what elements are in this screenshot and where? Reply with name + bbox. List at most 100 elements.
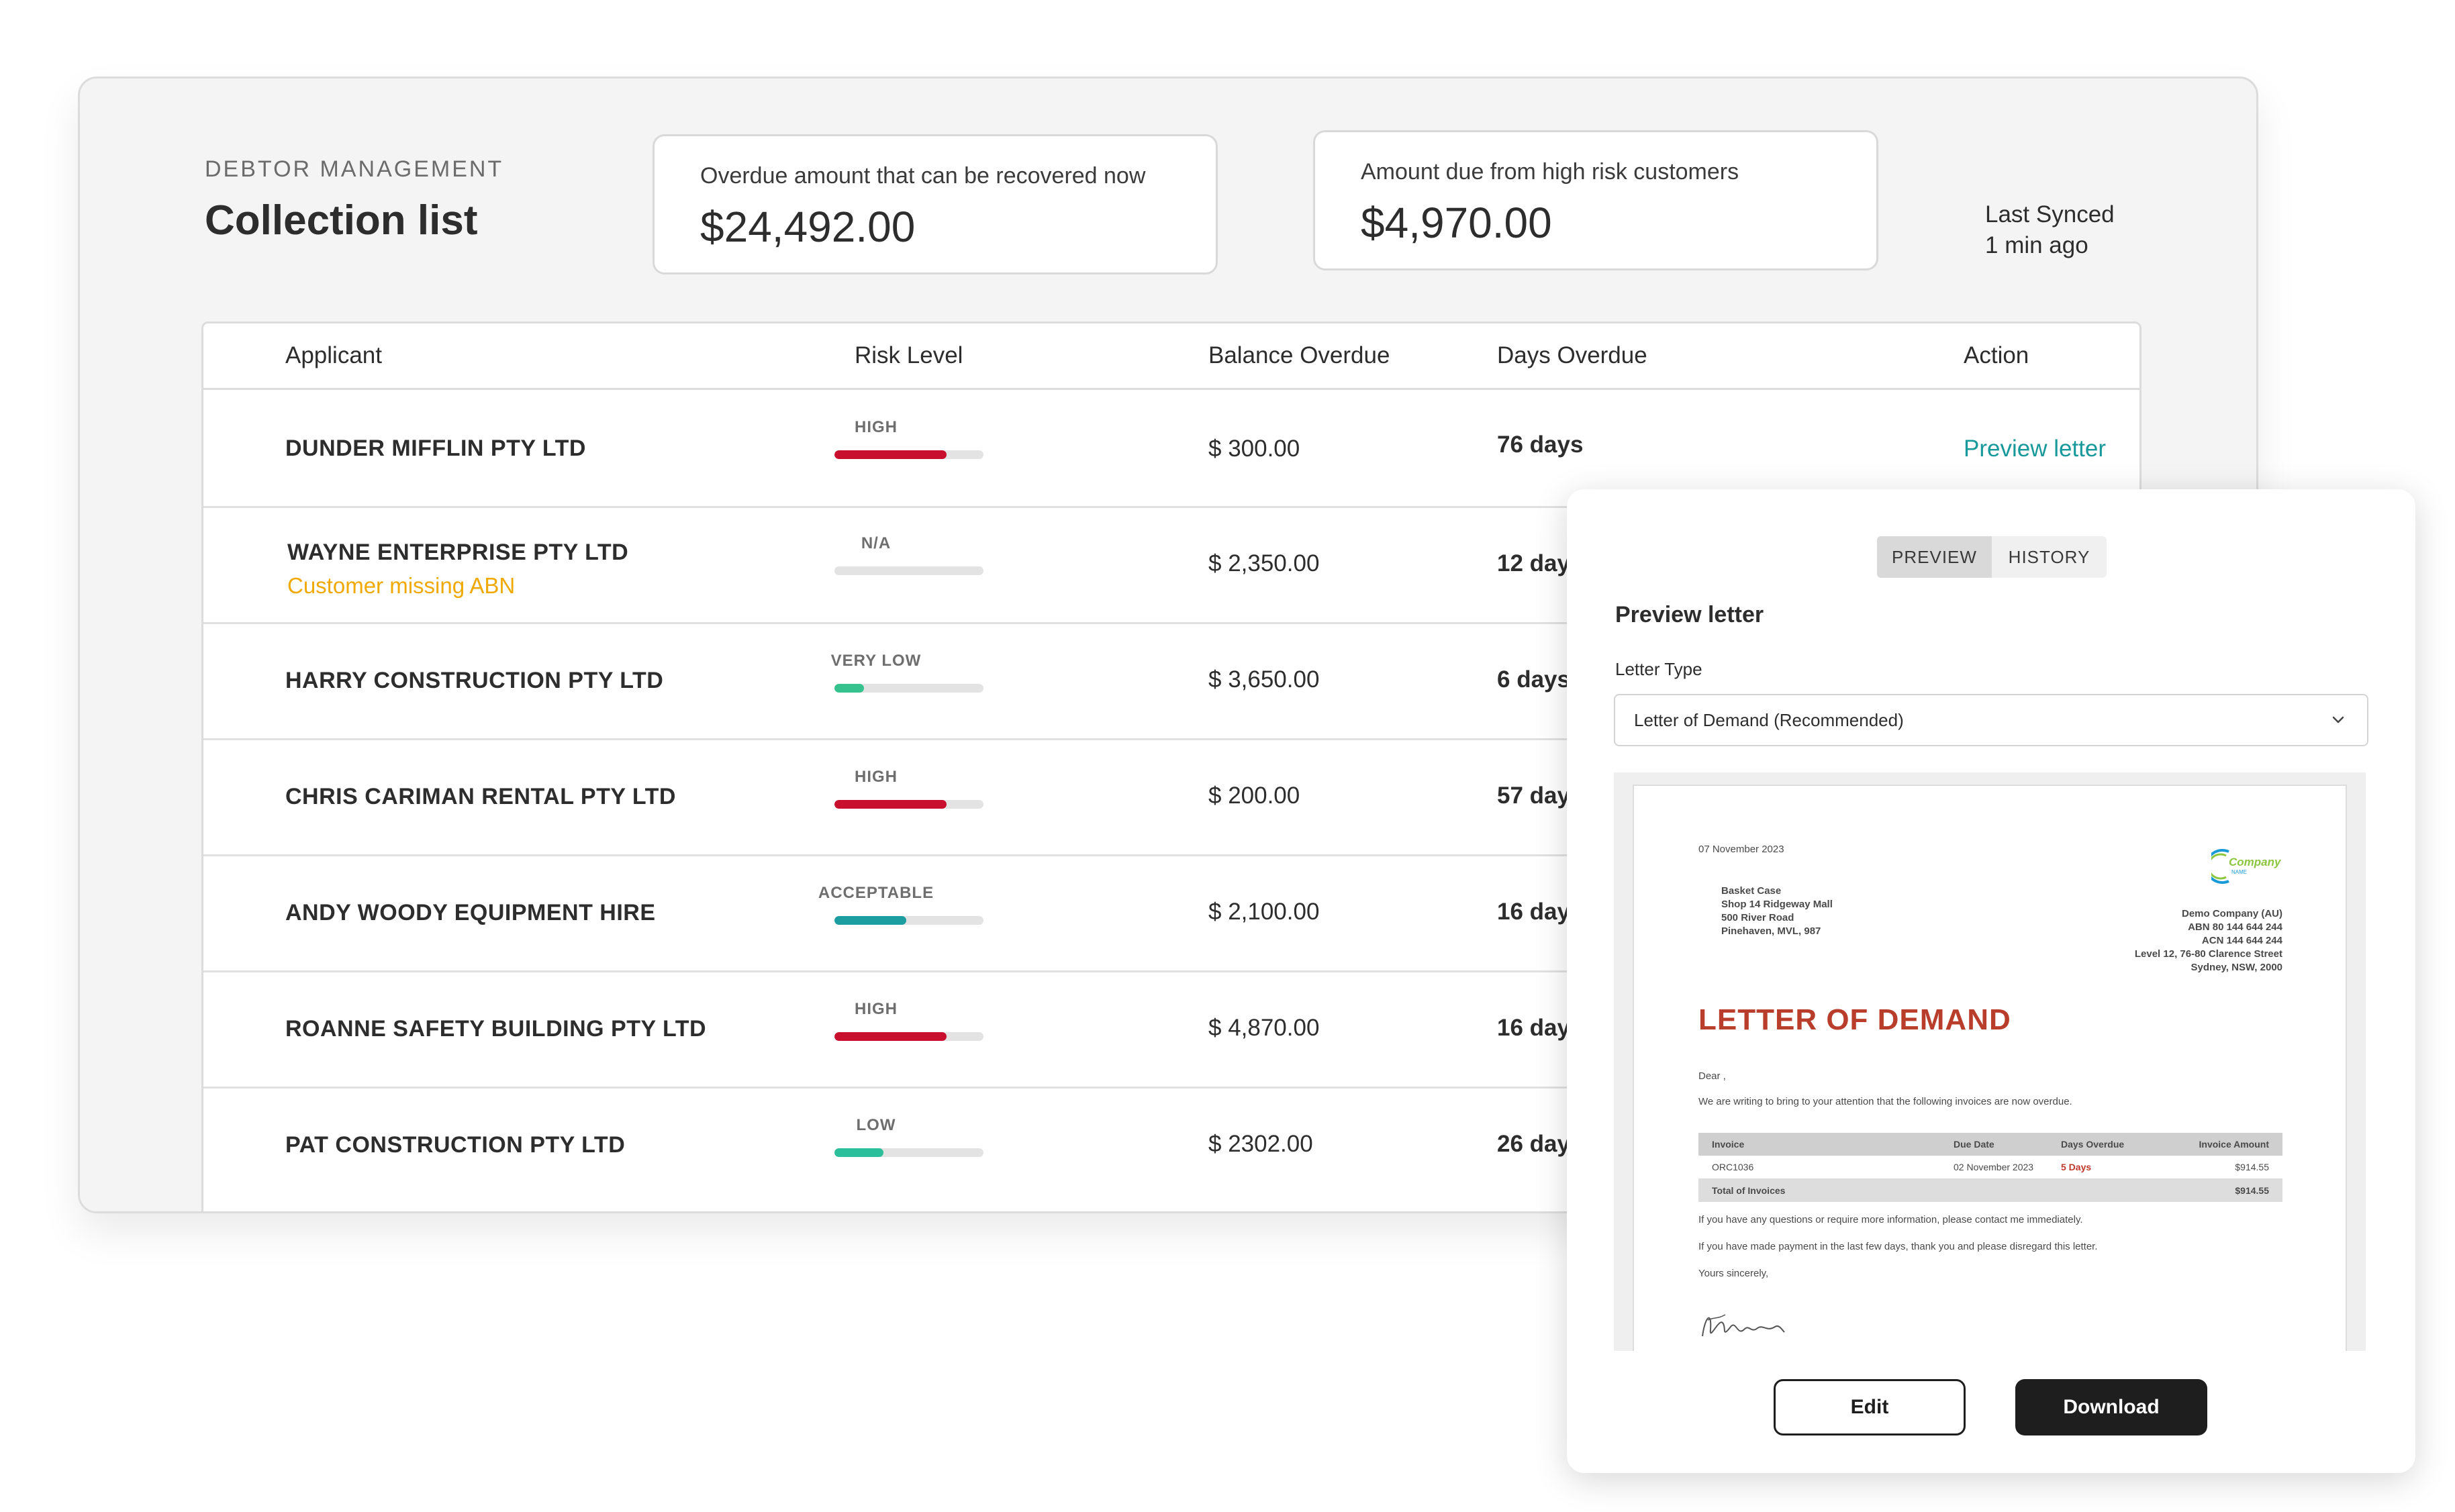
invoice-header-cell: Invoice: [1712, 1139, 1745, 1150]
applicant-name: WAYNE ENTERPRISE PTY LTD: [287, 540, 629, 565]
missing-abn-warning: Customer missing ABN: [287, 573, 516, 598]
risk-level-bar: [834, 800, 983, 809]
letter-date: 07 November 2023: [1698, 844, 1784, 855]
last-synced-time: 1 min ago: [1985, 232, 2088, 258]
letter-document: 07 November 2023 Company NAME Basket Cas…: [1633, 785, 2347, 1351]
applicant-name: ANDY WOODY EQUIPMENT HIRE: [285, 900, 656, 925]
risk-level-bar: [834, 450, 983, 459]
letter-paragraph: If you have any questions or require mor…: [1698, 1214, 2083, 1225]
balance-overdue: $ 2,100.00: [1208, 899, 1320, 925]
stat-label: Amount due from high risk customers: [1361, 159, 1739, 185]
last-synced: Last Synced 1 min ago: [1985, 199, 2115, 261]
risk-level-fill: [834, 450, 947, 459]
signature: [1702, 1314, 1785, 1337]
invoice-row: ORC1036 02 November 2023 5 Days $914.55: [1698, 1156, 2282, 1179]
applicant-name: ROANNE SAFETY BUILDING PTY LTD: [285, 1016, 707, 1042]
applicant-name: PAT CONSTRUCTION PTY LTD: [285, 1132, 626, 1158]
last-synced-label: Last Synced: [1985, 201, 2115, 228]
preview-letter-panel: PREVIEW HISTORY Preview letter Letter Ty…: [1567, 489, 2415, 1473]
letter-closing: Yours sincerely,: [1698, 1268, 1769, 1279]
recoverable-amount-card: Overdue amount that can be recovered now…: [653, 134, 1218, 274]
column-header-applicant[interactable]: Applicant: [285, 342, 382, 369]
letter-intro: We are writing to bring to your attentio…: [1698, 1096, 2072, 1107]
risk-level-bar: [834, 1032, 983, 1041]
edit-button[interactable]: Edit: [1774, 1379, 1966, 1435]
risk-level-bar: [834, 566, 983, 575]
risk-level-label: HIGH: [855, 768, 898, 786]
invoice-cell: 02 November 2023: [1954, 1162, 2034, 1172]
letter-title: LETTER OF DEMAND: [1698, 1003, 2011, 1036]
preview-letter-link[interactable]: Preview letter: [1964, 436, 2106, 462]
letter-type-value: Letter of Demand (Recommended): [1634, 710, 1904, 730]
invoice-header-cell: Due Date: [1954, 1139, 1994, 1150]
days-overdue: 6 days: [1497, 666, 1570, 693]
address-line: Level 12, 76-80 Clarence Street: [2134, 948, 2282, 960]
risk-level-label: HIGH: [855, 1000, 898, 1018]
download-button[interactable]: Download: [2015, 1379, 2207, 1435]
company-logo: Company NAME: [2205, 846, 2285, 887]
invoice-total-row: Total of Invoices $914.55: [1698, 1179, 2282, 1202]
risk-level-label: N/A: [861, 534, 892, 552]
address-line: Sydney, NSW, 2000: [2191, 962, 2282, 973]
invoice-cell: 5 Days: [2061, 1162, 2092, 1172]
logo-text: Company: [2229, 856, 2281, 868]
invoice-total-label: Total of Invoices: [1712, 1185, 1786, 1196]
column-header-action: Action: [1964, 342, 2029, 368]
address-line: Shop 14 Ridgeway Mall: [1721, 899, 1833, 910]
balance-overdue: $ 300.00: [1208, 436, 1300, 462]
applicant-name: CHRIS CARIMAN RENTAL PTY LTD: [285, 784, 676, 809]
stat-value: $24,492.00: [700, 203, 916, 251]
letter-type-label: Letter Type: [1615, 659, 1702, 679]
balance-overdue: $ 3,650.00: [1208, 666, 1320, 693]
stat-label: Overdue amount that can be recovered now: [700, 163, 1146, 189]
risk-level-fill: [834, 684, 865, 693]
days-overdue: 76 days: [1497, 432, 1584, 458]
risk-level-bar: [834, 1148, 983, 1157]
panel-tabs: PREVIEW HISTORY: [1877, 536, 2107, 578]
table-header: Applicant Risk Level Balance Overdue Day…: [203, 323, 2139, 390]
column-header-balance-overdue[interactable]: Balance Overdue: [1208, 342, 1390, 369]
address-line: 500 River Road: [1721, 912, 1794, 923]
letter-preview-area[interactable]: 07 November 2023 Company NAME Basket Cas…: [1614, 772, 2366, 1351]
address-line: Pinehaven, MVL, 987: [1721, 925, 1821, 937]
letter-paragraph: If you have made payment in the last few…: [1698, 1241, 2098, 1252]
logo-subtext: NAME: [2231, 869, 2248, 875]
balance-overdue: $ 4,870.00: [1208, 1015, 1320, 1041]
column-header-days-overdue[interactable]: Days Overdue: [1497, 342, 1647, 369]
address-line: ABN 80 144 644 244: [2188, 921, 2282, 933]
tab-history[interactable]: HISTORY: [1992, 536, 2107, 578]
risk-level-fill: [834, 916, 906, 925]
page-title: Collection list: [205, 197, 478, 244]
high-risk-amount-card: Amount due from high risk customers $4,9…: [1313, 130, 1878, 270]
applicant-name: DUNDER MIFFLIN PTY LTD: [285, 436, 586, 461]
section-kicker: DEBTOR MANAGEMENT: [205, 156, 504, 182]
risk-level-bar: [834, 916, 983, 925]
invoice-header-cell: Invoice Amount: [2199, 1139, 2270, 1150]
invoice-table-header: Invoice Due Date Days Overdue Invoice Am…: [1698, 1133, 2282, 1156]
risk-level-fill: [834, 800, 947, 809]
risk-level-label: ACCEPTABLE: [818, 884, 934, 902]
invoice-total-value: $914.55: [2235, 1185, 2269, 1196]
applicant-name: HARRY CONSTRUCTION PTY LTD: [285, 668, 664, 693]
invoice-cell: ORC1036: [1712, 1162, 1754, 1172]
invoice-table: Invoice Due Date Days Overdue Invoice Am…: [1698, 1133, 2282, 1202]
risk-level-label: LOW: [856, 1116, 896, 1134]
risk-level-fill: [834, 1032, 947, 1041]
invoice-cell: $914.55: [2235, 1162, 2269, 1172]
balance-overdue: $ 2,350.00: [1208, 550, 1320, 576]
stat-value: $4,970.00: [1361, 199, 1552, 247]
address-line: ACN 144 644 244: [2201, 935, 2282, 946]
risk-level-label: VERY LOW: [830, 652, 922, 670]
address-line: Basket Case: [1721, 885, 1782, 897]
balance-overdue: $ 2302.00: [1208, 1131, 1313, 1157]
address-line: Demo Company (AU): [2181, 908, 2282, 919]
letter-salutation: Dear ,: [1698, 1070, 1726, 1082]
tab-preview[interactable]: PREVIEW: [1877, 536, 1992, 578]
invoice-header-cell: Days Overdue: [2061, 1139, 2125, 1150]
risk-level-fill: [834, 1148, 884, 1157]
column-header-risk-level[interactable]: Risk Level: [855, 342, 963, 369]
letter-type-select[interactable]: Letter of Demand (Recommended): [1614, 694, 2368, 746]
panel-title: Preview letter: [1615, 602, 1764, 627]
balance-overdue: $ 200.00: [1208, 783, 1300, 809]
chevron-down-icon: [2332, 716, 2344, 723]
